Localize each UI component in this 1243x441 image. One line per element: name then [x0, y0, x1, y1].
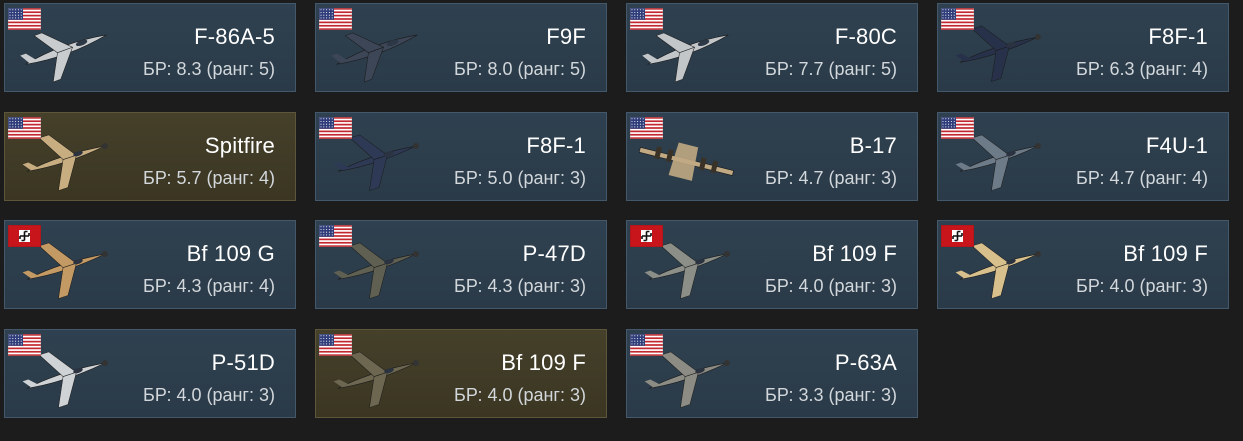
us-flag-icon — [630, 117, 663, 139]
vehicle-name: Bf 109 F — [1123, 241, 1208, 266]
us-flag-icon — [319, 334, 352, 356]
vehicle-card[interactable]: Spitfire БР: 5.7 (ранг: 4) — [4, 112, 296, 201]
vehicle-battle-rating: БР: 4.0 (ранг: 3) — [143, 385, 275, 405]
vehicle-name: P-47D — [522, 241, 586, 266]
german-flag-icon — [8, 225, 41, 247]
vehicle-name: P-51D — [211, 350, 275, 375]
vehicle-battle-rating: БР: 3.3 (ранг: 3) — [765, 385, 897, 405]
vehicle-name: B-17 — [849, 133, 897, 158]
vehicle-card[interactable]: Bf 109 F БР: 4.0 (ранг: 3) — [937, 220, 1229, 309]
us-flag-icon — [8, 334, 41, 356]
us-flag-icon — [8, 117, 41, 139]
us-flag-icon — [630, 117, 663, 139]
vehicle-battle-rating: БР: 4.0 (ранг: 3) — [1076, 276, 1208, 296]
vehicle-name: Bf 109 F — [812, 241, 897, 266]
vehicle-battle-rating: БР: 5.0 (ранг: 3) — [454, 168, 586, 188]
us-flag-icon — [941, 8, 974, 30]
vehicle-battle-rating: БР: 6.3 (ранг: 4) — [1076, 59, 1208, 79]
vehicle-name: F9F — [546, 24, 586, 49]
us-flag-icon — [941, 8, 974, 30]
vehicle-name: P-63A — [834, 350, 897, 375]
vehicle-card[interactable]: B-17 БР: 4.7 (ранг: 3) — [626, 112, 918, 201]
vehicle-card[interactable]: P-51D БР: 4.0 (ранг: 3) — [4, 329, 296, 418]
vehicle-battle-rating: БР: 4.3 (ранг: 3) — [454, 276, 586, 296]
vehicle-card[interactable]: Bf 109 F БР: 4.0 (ранг: 3) — [626, 220, 918, 309]
us-flag-icon — [319, 117, 352, 139]
german-flag-icon — [630, 225, 663, 247]
us-flag-icon — [941, 117, 974, 139]
german-flag-icon — [941, 225, 974, 247]
german-flag-icon — [8, 225, 41, 247]
vehicle-battle-rating: БР: 4.3 (ранг: 4) — [143, 276, 275, 296]
vehicle-name: F8F-1 — [1148, 24, 1208, 49]
vehicle-battle-rating: БР: 4.7 (ранг: 4) — [1076, 168, 1208, 188]
vehicle-name: F-86A-5 — [194, 24, 275, 49]
us-flag-icon — [630, 334, 663, 356]
german-flag-icon — [941, 225, 974, 247]
us-flag-icon — [319, 117, 352, 139]
vehicle-grid: F-86A-5 БР: 8.3 (ранг: 5) F9F БР: 8.0 (ранг… — [0, 0, 1243, 441]
vehicle-battle-rating: БР: 8.3 (ранг: 5) — [143, 59, 275, 79]
vehicle-card[interactable]: P-47D БР: 4.3 (ранг: 3) — [315, 220, 607, 309]
vehicle-battle-rating: БР: 4.0 (ранг: 3) — [765, 276, 897, 296]
us-flag-icon — [319, 334, 352, 356]
vehicle-card[interactable]: Bf 109 G БР: 4.3 (ранг: 4) — [4, 220, 296, 309]
vehicle-card[interactable]: F9F БР: 8.0 (ранг: 5) — [315, 3, 607, 92]
vehicle-card[interactable]: F4U-1 БР: 4.7 (ранг: 4) — [937, 112, 1229, 201]
us-flag-icon — [319, 225, 352, 247]
vehicle-name: Spitfire — [204, 133, 275, 158]
us-flag-icon — [319, 8, 352, 30]
vehicle-card[interactable]: F8F-1 БР: 6.3 (ранг: 4) — [937, 3, 1229, 92]
us-flag-icon — [8, 8, 41, 30]
vehicle-card[interactable]: Bf 109 F БР: 4.0 (ранг: 3) — [315, 329, 607, 418]
vehicle-battle-rating: БР: 8.0 (ранг: 5) — [454, 59, 586, 79]
vehicle-card[interactable]: F-80C БР: 7.7 (ранг: 5) — [626, 3, 918, 92]
vehicle-card[interactable]: F-86A-5 БР: 8.3 (ранг: 5) — [4, 3, 296, 92]
us-flag-icon — [630, 334, 663, 356]
us-flag-icon — [630, 8, 663, 30]
us-flag-icon — [319, 225, 352, 247]
us-flag-icon — [319, 8, 352, 30]
vehicle-name: F8F-1 — [526, 133, 586, 158]
us-flag-icon — [941, 117, 974, 139]
german-flag-icon — [630, 225, 663, 247]
vehicle-name: F-80C — [834, 24, 897, 49]
us-flag-icon — [8, 334, 41, 356]
vehicle-card[interactable]: F8F-1 БР: 5.0 (ранг: 3) — [315, 112, 607, 201]
vehicle-name: Bf 109 G — [186, 241, 275, 266]
vehicle-name: F4U-1 — [1145, 133, 1208, 158]
vehicle-battle-rating: БР: 4.0 (ранг: 3) — [454, 385, 586, 405]
us-flag-icon — [8, 8, 41, 30]
vehicle-card[interactable]: P-63A БР: 3.3 (ранг: 3) — [626, 329, 918, 418]
us-flag-icon — [8, 117, 41, 139]
us-flag-icon — [630, 8, 663, 30]
vehicle-battle-rating: БР: 7.7 (ранг: 5) — [765, 59, 897, 79]
vehicle-name: Bf 109 F — [501, 350, 586, 375]
vehicle-battle-rating: БР: 5.7 (ранг: 4) — [143, 168, 275, 188]
vehicle-battle-rating: БР: 4.7 (ранг: 3) — [765, 168, 897, 188]
